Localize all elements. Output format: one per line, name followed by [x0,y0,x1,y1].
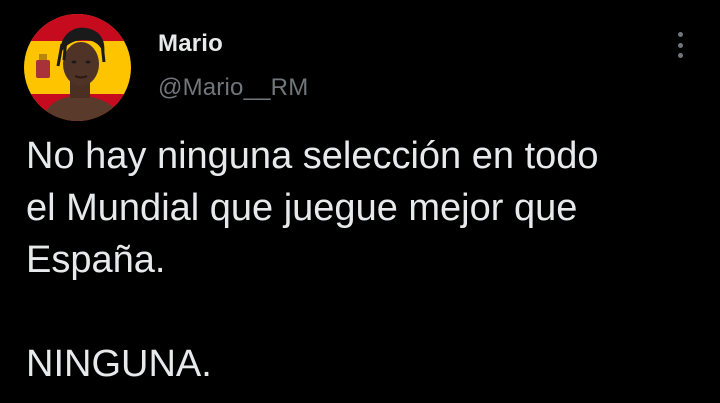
author-display-name[interactable]: Mario [158,30,223,58]
author-handle[interactable]: @Mario__RM [158,74,308,102]
author-avatar[interactable] [24,14,131,121]
avatar-image [24,14,131,121]
more-options-icon[interactable] [668,30,692,60]
tweet-text: No hay ninguna selección en todo el Mund… [26,135,599,385]
more-dot [677,53,683,58]
more-dot [677,32,683,37]
more-dot [677,42,683,48]
tweet-card[interactable]: Mario @Mario__RM No hay ninguna selecció… [0,0,720,403]
